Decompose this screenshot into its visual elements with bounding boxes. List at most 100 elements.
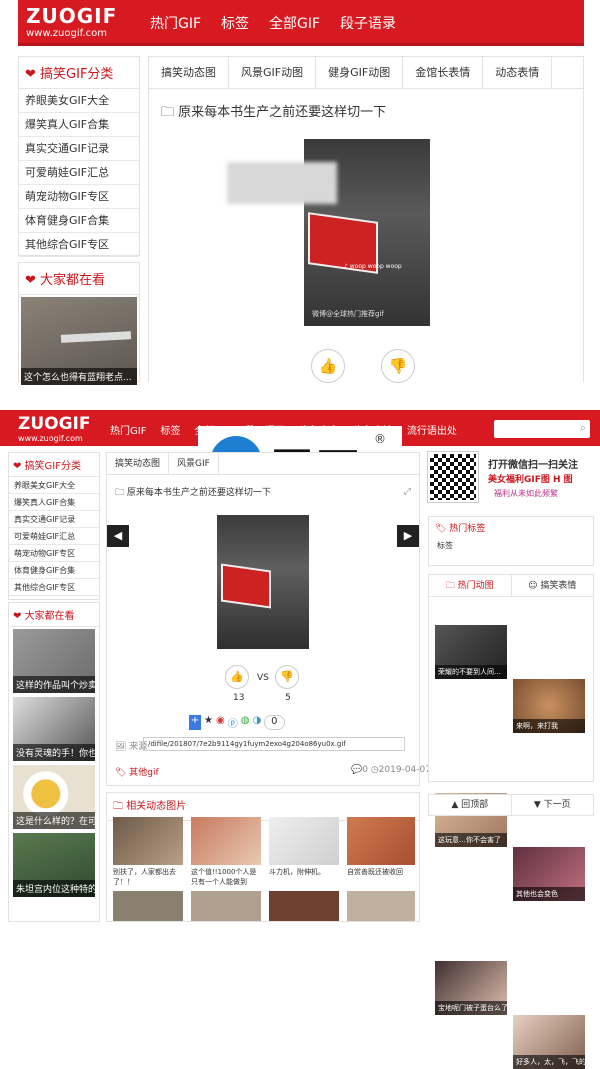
tab-scenery[interactable]: 风景GIF [169,453,219,474]
popular-thumb[interactable]: 这样的作品叫个炒卖的！ [13,629,95,693]
related-caption[interactable]: 别扶了，人家都出去了！！ [113,867,183,887]
popular-caption: 朱坦宫内位这种特的中... [13,880,95,897]
nav-hot-gif[interactable]: 热门GIF [150,13,201,33]
tab-funny[interactable]: 搞笑动态图 [149,57,229,88]
sidebar-item[interactable]: 可爱萌娃GIF汇总 [9,528,99,545]
tab-scenery[interactable]: 风景GIF动图 [229,57,317,88]
sidebar-item[interactable]: 体育健身GIF合集 [19,209,139,233]
popular-thumb[interactable]: 没有灵魂的手！你也... [13,697,95,761]
share-count: 0 [264,715,285,730]
back-to-top-button[interactable]: ▲ 回顶部 [429,795,512,815]
popular-title: ❤ 大家都在看 [19,263,139,295]
site-logo-small[interactable]: ZUOGIF www.zuogif.com [18,414,90,443]
tab-dynamic[interactable]: 动态表情 [483,57,553,88]
share-bar: + ★ ◉ ⓟ ◍ ◑ 0 [189,715,285,730]
nav-all-gif[interactable]: 全部GIF [269,13,320,33]
post-gif[interactable] [217,515,309,649]
source-url-field[interactable]: /difile/201807/7e2b9114gy1fuym2exo4g204o… [143,737,405,751]
hot-gif-panel: 🗀 热门动图 ☺ 搞笑表情 荣耀的不要到人间… 来啊，来打我 这玩意…你不会害了… [428,574,594,1069]
wechat-icon[interactable]: ◍ [241,715,250,730]
sidebar-item[interactable]: 养眼美女GIF大全 [9,477,99,494]
related-thumb[interactable] [113,891,183,921]
sidebar-item[interactable]: 体育健身GIF合集 [9,562,99,579]
hot-thumb[interactable]: 好多人，太，飞，飞的呀 [513,1015,585,1069]
related-panel: 🗀 相关动态图片 别扶了，人家都出去了！！ 这个值!!1000个人是只有一个人能… [106,792,420,922]
sidebar-item[interactable]: 爆笑真人GIF合集 [19,113,139,137]
related-caption[interactable]: 斗力机，附伸机。 [269,867,339,877]
tab-funny-emoji[interactable]: ☺ 搞笑表情 [510,575,594,596]
tab-fitness[interactable]: 健身GIF动图 [316,57,404,88]
related-thumb[interactable] [191,891,261,921]
related-caption[interactable]: 自赏善既还被收回 [347,867,415,877]
popular-panel: ❤ 大家都在看 这个怎么也得有蓝翔老点... [18,262,140,385]
wechat-box: 打开微信扫一扫关注 美女福利GIF图 H 图 福利从未如此频繁 [427,451,594,508]
category-tabs: 搞笑动态图 风景GIF动图 健身GIF动图 金馆长表情 动态表情 [149,57,583,89]
related-thumb[interactable] [191,817,261,865]
expand-icon[interactable]: ⤢ [404,487,411,497]
tab-hot-gif[interactable]: 🗀 热门动图 [429,575,511,596]
qq-icon[interactable]: ◑ [252,715,261,730]
star-icon[interactable]: ★ [204,715,213,730]
sidebar-item[interactable]: 萌宠动物GIF专区 [9,545,99,562]
related-thumb[interactable] [347,817,415,865]
related-caption[interactable]: 这个值!!1000个人是只有一个人能做到 [191,867,261,887]
wechat-subtitle: 美女福利GIF图 H 图 [488,475,573,485]
pinterest-icon[interactable]: ⓟ [228,715,238,730]
tab-funny[interactable]: 搞笑动态图 [107,453,170,474]
nav-tags[interactable]: 标签 [160,422,180,437]
post-meta: 💬0 ◷2019-04-07 [351,765,431,775]
popular-thumb[interactable]: 朱坦宫内位这种特的中... [13,833,95,897]
next-arrow-icon[interactable]: ▶ [397,525,419,547]
next-page-button[interactable]: ▼ 下一页 [512,795,594,815]
category-tabs: 搞笑动态图 风景GIF [107,453,419,475]
vs-label: VS [257,673,269,683]
search-icon[interactable]: ⌕ [580,421,586,435]
top-header: ZUOGIF www.zuogif.com 热门GIF 标签 全部GIF 段子语录 [18,0,584,46]
sidebar-item[interactable]: 真实交通GIF记录 [9,511,99,528]
nav-hot-gif[interactable]: 热门GIF [110,422,146,437]
top-nav: 热门GIF 标签 全部GIF 段子语录 [150,13,396,33]
nav-slang[interactable]: 流行语出处 [407,422,457,437]
popular-thumb[interactable]: 这是什么样的？在可能... [13,765,95,829]
prev-arrow-icon[interactable]: ◀ [107,525,129,547]
sidebar-title: ❤ 搞笑GIF分类 [19,57,139,89]
popular-thumb[interactable]: 这个怎么也得有蓝翔老点... [21,297,137,385]
sidebar-item[interactable]: 爆笑真人GIF合集 [9,494,99,511]
hot-thumb[interactable]: 荣耀的不要到人间… [435,625,507,679]
thumbs-down-icon[interactable]: 👎 [381,349,415,383]
nav-tags[interactable]: 标签 [221,13,249,33]
sidebar-item[interactable]: 萌宠动物GIF专区 [19,185,139,209]
weibo-icon[interactable]: ◉ [216,715,225,730]
sidebar-item[interactable]: 真实交通GIF记录 [19,137,139,161]
qr-code-icon [427,451,479,503]
plus-icon[interactable]: + [189,715,201,730]
main-content: 搞笑动态图 风景GIF 🗀 原来每本书生产之前还要这样切一下 ⤢ ◀ ▶ 👍 1… [106,452,431,786]
related-thumb[interactable] [269,891,339,921]
post-title: 🗀 原来每本书生产之前还要这样切一下 [115,488,271,498]
sidebar-item[interactable]: 其他综合GIF专区 [19,233,139,257]
post-tag[interactable]: 🏷 其他gif [115,765,159,778]
popular-title: ❤ 大家都在看 [9,603,99,627]
sidebar-item[interactable]: 可爱萌娃GIF汇总 [19,161,139,185]
hot-tag-item[interactable]: 标签 [429,538,593,553]
tab-kim[interactable]: 金馆长表情 [403,57,484,88]
hot-thumb[interactable]: 来啊，来打我 [513,679,585,733]
wechat-slogan: 福利从未如此频繁 [494,489,558,498]
nav-jokes[interactable]: 段子语录 [340,13,396,33]
category-sidebar: ❤ 搞笑GIF分类 养眼美女GIF大全 爆笑真人GIF合集 真实交通GIF记录 … [18,56,140,257]
search-input[interactable]: ⌕ [494,420,590,438]
thumbs-up-icon[interactable]: 👍 [311,349,345,383]
wechat-title: 打开微信扫一扫关注 [488,460,578,471]
hot-thumb[interactable]: 其他也会变色 [513,847,585,901]
top-content: 搞笑动态图 风景GIF动图 健身GIF动图 金馆长表情 动态表情 🗀 原来每本书… [148,56,584,383]
related-thumb[interactable] [269,817,339,865]
site-logo[interactable]: ZUOGIF www.zuogif.com [26,4,117,39]
thumbs-up-icon[interactable]: 👍 [225,665,249,689]
hot-thumb[interactable]: 宝地呢门被子蛋台么了 [435,961,507,1015]
popular-panel-small: ❤ 大家都在看 这样的作品叫个炒卖的！ 没有灵魂的手！你也... 这是什么样的？… [8,602,100,922]
related-thumb[interactable] [347,891,415,921]
thumbs-down-icon[interactable]: 👎 [275,665,299,689]
sidebar-item[interactable]: 养眼美女GIF大全 [19,89,139,113]
related-thumb[interactable] [113,817,183,865]
sidebar-item[interactable]: 其他综合GIF专区 [9,579,99,596]
